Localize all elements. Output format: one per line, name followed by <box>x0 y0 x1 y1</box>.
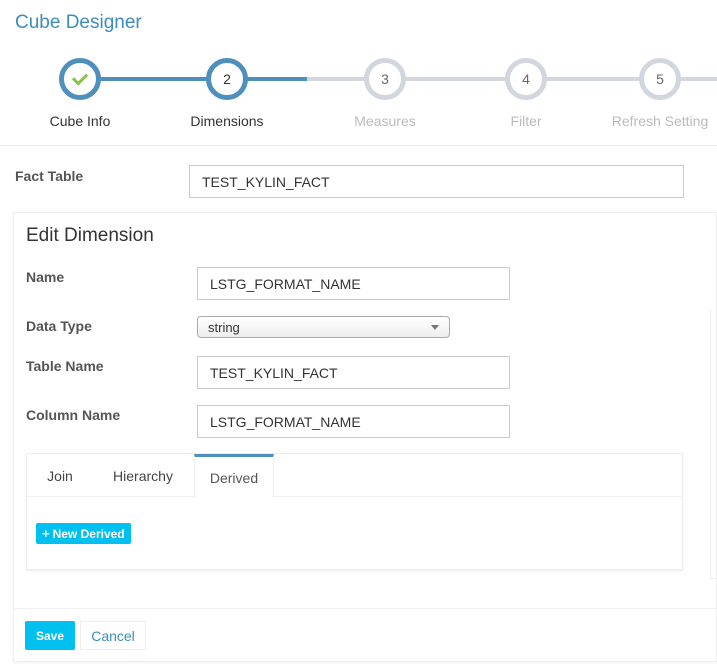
panel-title: Edit Dimension <box>26 225 154 246</box>
step-circle: 5 <box>639 58 681 100</box>
wizard-step-dimensions[interactable]: 2 Dimensions <box>167 58 287 129</box>
step-label: Filter <box>510 113 542 129</box>
divider <box>0 145 717 146</box>
wizard-step-refresh-setting[interactable]: 5 Refresh Setting <box>600 58 717 129</box>
data-type-select[interactable]: string <box>197 316 450 338</box>
cancel-button[interactable]: Cancel <box>80 621 146 650</box>
fact-table-field[interactable]: TEST_KYLIN_FACT <box>189 165 684 198</box>
plus-icon: + <box>42 526 50 541</box>
step-circle <box>59 58 101 100</box>
checkmark-icon <box>71 69 89 86</box>
step-label: Refresh Setting <box>611 113 709 129</box>
page-title: Cube Designer <box>15 12 142 33</box>
tab-bar: Join Hierarchy Derived <box>27 454 682 498</box>
tab-join[interactable]: Join <box>27 454 93 497</box>
column-name-label: Column Name <box>26 407 121 423</box>
table-name-field[interactable]: TEST_KYLIN_FACT <box>197 356 510 389</box>
edit-dimension-panel: Edit Dimension Name LSTG_FORMAT_NAME Dat… <box>13 212 717 662</box>
table-name-label: Table Name <box>26 358 104 374</box>
step-label: Cube Info <box>49 113 111 129</box>
name-field[interactable]: LSTG_FORMAT_NAME <box>197 267 510 300</box>
tab-derived[interactable]: Derived <box>194 454 274 498</box>
wizard-step-cube-info[interactable]: Cube Info <box>20 58 140 129</box>
column-name-field[interactable]: LSTG_FORMAT_NAME <box>197 405 510 438</box>
new-derived-label: New Derived <box>52 526 125 541</box>
side-panel-edge <box>710 309 717 579</box>
tab-hierarchy[interactable]: Hierarchy <box>93 454 193 497</box>
wizard-step-measures[interactable]: 3 Measures <box>325 58 445 129</box>
wizard-step-filter[interactable]: 4 Filter <box>466 58 586 129</box>
step-label: Dimensions <box>190 113 264 129</box>
footer-divider <box>14 608 716 609</box>
fact-table-label: Fact Table <box>15 168 84 184</box>
data-type-value: string <box>208 319 240 335</box>
step-circle: 2 <box>206 58 248 100</box>
new-derived-button[interactable]: + New Derived <box>36 523 131 544</box>
step-circle: 3 <box>364 58 406 100</box>
chevron-down-icon <box>431 324 439 330</box>
name-label: Name <box>26 269 65 285</box>
save-button[interactable]: Save <box>25 621 75 650</box>
data-type-label: Data Type <box>26 318 92 334</box>
wizard-steps: Cube Info 2 Dimensions 3 Measures 4 Filt… <box>0 58 717 129</box>
step-circle: 4 <box>505 58 547 100</box>
step-label: Measures <box>354 113 416 129</box>
dimension-tabs: Join Hierarchy Derived + New Derived <box>26 453 683 570</box>
